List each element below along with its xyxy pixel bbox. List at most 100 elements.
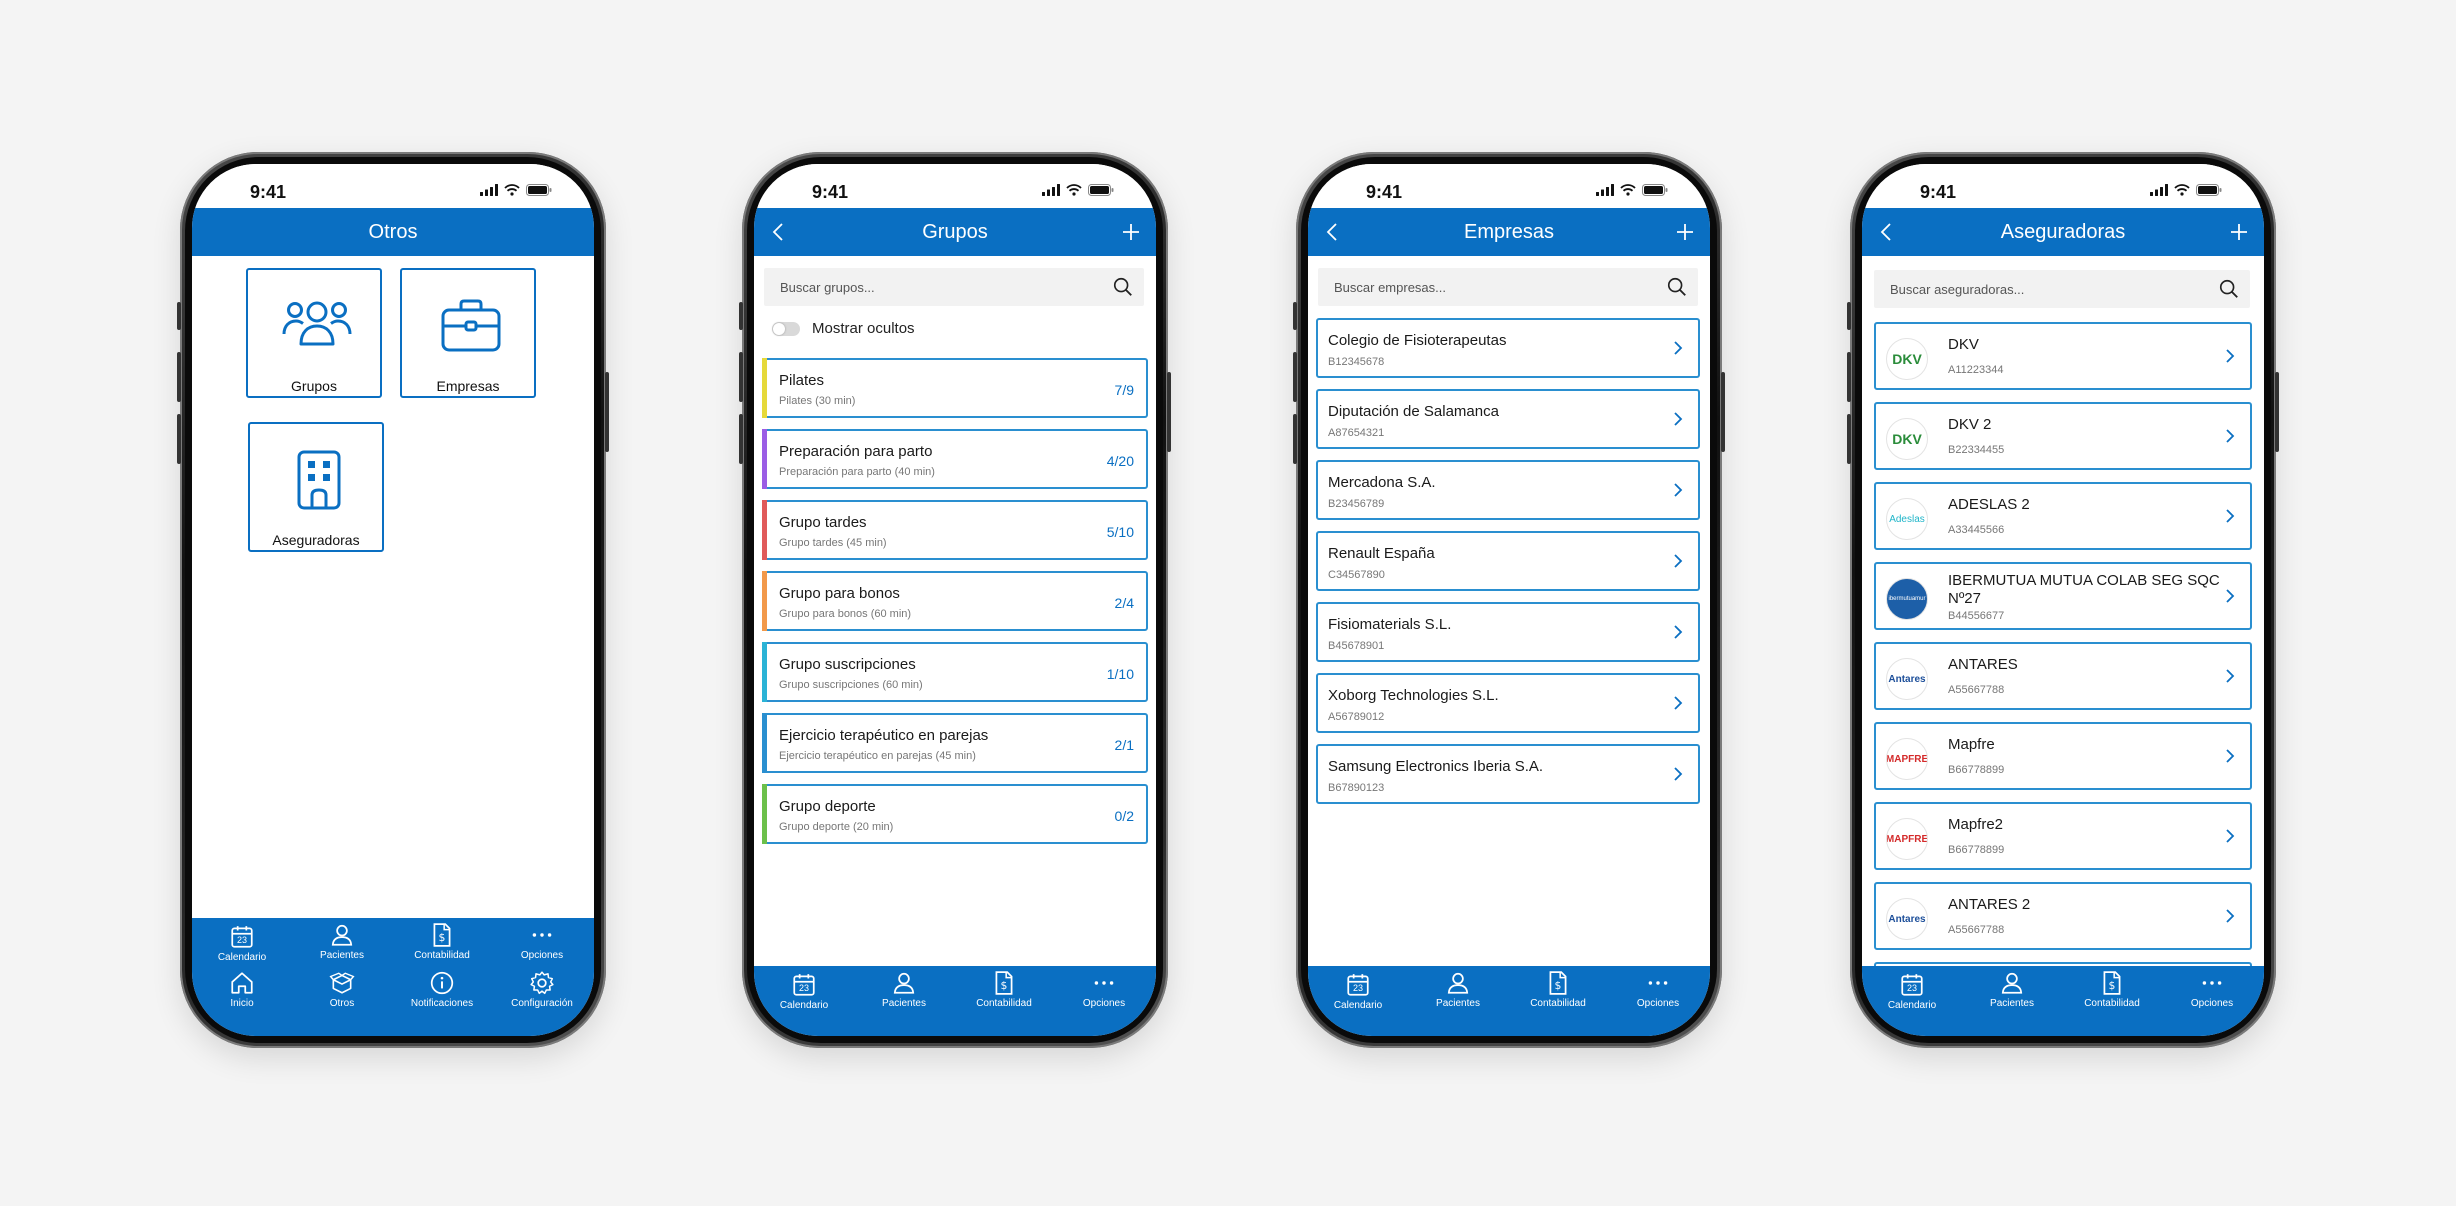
insurer-item[interactable]: MAPFRE Mapfre2 B66778899 [1874,802,2252,870]
insurer-item[interactable]: ibermutuamur IBERMUTUA MUTUA COLAB SEG SQ… [1874,562,2252,630]
insurer-logo: DKV [1886,338,1928,380]
company-item[interactable]: Fisiomaterials S.L. B45678901 [1316,602,1700,662]
calendar-day: 23 [236,935,247,945]
back-icon[interactable] [1876,221,1898,243]
add-icon[interactable] [2228,221,2250,243]
company-item[interactable]: Renault España C34567890 [1316,531,1700,591]
calendar-day: 23 [798,983,809,993]
person-icon [1445,970,1471,996]
companies-list: Colegio de Fisioterapeutas B12345678 Dipu… [1316,318,1700,815]
company-item[interactable]: Diputación de Salamanca A87654321 [1316,389,1700,449]
wifi-icon [504,184,520,196]
group-item[interactable]: Grupo suscripciones Grupo suscripciones (… [762,642,1148,702]
insurer-item[interactable]: MAPFRE Mapfre B66778899 [1874,722,2252,790]
tab-opciones[interactable]: Opciones [492,922,592,961]
page-title: Aseguradoras [2000,220,2126,243]
company-item[interactable]: Colegio de Fisioterapeutas B12345678 [1316,318,1700,378]
insurer-item[interactable]: Antares ANTARES A55667788 [1874,642,2252,710]
tab-label: Configuración [511,998,573,1009]
group-item[interactable]: Ejercicio terapéutico en parejas Ejercici… [762,713,1148,773]
tab-calendario[interactable]: 23 Calendario [1308,972,1408,1011]
invoice-icon [2099,970,2125,996]
tab-contabilidad[interactable]: Contabilidad [2062,970,2162,1009]
status-time: 9:41 [1920,182,1957,202]
tab-contabilidad[interactable]: Contabilidad [392,922,492,961]
tab-notificaciones[interactable]: Notificaciones [392,970,492,1009]
tab-contabilidad[interactable]: Contabilidad [1508,970,1608,1009]
tab-pacientes[interactable]: Pacientes [854,970,954,1009]
back-icon[interactable] [1322,221,1344,243]
search-input[interactable] [1318,268,1698,306]
chevron-right-icon [2224,509,2236,523]
group-name: Grupo tardes [779,514,867,531]
group-item[interactable]: Preparación para parto Preparación para p… [762,429,1148,489]
insurer-logo: ibermutuamur [1886,578,1928,620]
tab-contabilidad[interactable]: Contabilidad [954,970,1054,1009]
invoice-icon [429,922,455,948]
group-name: Preparación para parto [779,443,933,460]
tab-inicio[interactable]: Inicio [192,970,292,1009]
tab-pacientes[interactable]: Pacientes [1962,970,2062,1009]
search-icon[interactable] [1112,276,1134,298]
back-icon[interactable] [768,221,790,243]
chevron-right-icon [2224,829,2236,843]
tab-calendario[interactable]: 23 Calendario [1862,972,1962,1011]
tab-configuracion[interactable]: Configuración [492,970,592,1009]
insurer-id: A33445566 [1948,524,2005,536]
insurer-item[interactable]: Adeslas ADESLAS 2 A33445566 [1874,482,2252,550]
tab-pacientes[interactable]: Pacientes [1408,970,1508,1009]
group-item[interactable]: Grupo deporte Grupo deporte (20 min) 0/2 [762,784,1148,844]
info-icon [429,970,455,996]
building-icon [297,450,341,510]
tile-aseguradoras[interactable]: Aseguradoras [248,422,384,552]
chevron-right-icon [2224,909,2236,923]
screen: 9:41 Aseguradoras DKVDKVA11223344 DKVDKV… [1862,164,2264,1036]
tab-label: Calendario [1333,1000,1383,1011]
calendar-day: 23 [1352,983,1363,993]
group-item[interactable]: Grupo tardes Grupo tardes (45 min) 5/10 [762,500,1148,560]
company-id: C34567890 [1328,569,1385,581]
groups-list: Pilates Pilates (30 min) 7/9 Preparación p… [762,358,1148,855]
status-bar: 9:41 [1308,164,1710,208]
search-icon[interactable] [2218,278,2240,300]
tab-pacientes[interactable]: Pacientes [292,922,392,961]
add-icon[interactable] [1674,221,1696,243]
group-item[interactable]: Grupo para bonos Grupo para bonos (60 min… [762,571,1148,631]
company-item[interactable]: Xoborg Technologies S.L. A56789012 [1316,673,1700,733]
company-id: B67890123 [1328,782,1385,794]
status-bar: 9:41 [754,164,1156,208]
insurer-item[interactable]: DKV DKV 2 B22334455 [1874,402,2252,470]
company-item[interactable]: Mercadona S.A. B23456789 [1316,460,1700,520]
add-icon[interactable] [1120,221,1142,243]
chevron-right-icon [1672,696,1684,710]
tile-empresas[interactable]: Empresas [400,268,536,398]
tile-grupos[interactable]: Grupos [246,268,382,398]
tab-opciones[interactable]: Opciones [1054,970,1154,1009]
insurer-id: B44556677 [1948,610,2005,622]
group-count: 0/2 [1114,808,1134,824]
insurer-item[interactable]: Antares ANTARES 2 A55667788 [1874,882,2252,950]
search-box [764,268,1144,306]
insurer-logo: MAPFRE [1886,818,1928,860]
insurer-name: ANTARES 2 [1948,896,2031,913]
search-input[interactable] [764,268,1144,306]
insurer-id: A11223344 [1948,364,2004,376]
company-item[interactable]: Samsung Electronics Iberia S.A. B67890123 [1316,744,1700,804]
people-icon [282,301,352,346]
tab-calendario[interactable]: 23 Calendario [754,972,854,1011]
search-icon[interactable] [1666,276,1688,298]
tab-label: Contabilidad [976,998,1032,1009]
tab-opciones[interactable]: Opciones [2162,970,2262,1009]
group-item[interactable]: Pilates Pilates (30 min) 7/9 [762,358,1148,418]
tab-otros[interactable]: Otros [292,970,392,1009]
show-hidden-toggle[interactable] [772,321,800,336]
insurer-logo: Antares [1886,658,1928,700]
insurer-item[interactable]: DKV DKV A11223344 [1874,322,2252,390]
search-box [1318,268,1698,306]
more-icon [529,922,555,948]
phone-aseguradoras: 9:41 Aseguradoras DKVDKVA11223344 DKVDKV… [1847,152,2279,1048]
phone-empresas: 9:41 Empresas Colegio de Fisioterapeutas… [1293,152,1725,1048]
tab-opciones[interactable]: Opciones [1608,970,1708,1009]
search-input[interactable] [1874,270,2250,308]
tab-calendario[interactable]: 23 Calendario [192,924,292,963]
